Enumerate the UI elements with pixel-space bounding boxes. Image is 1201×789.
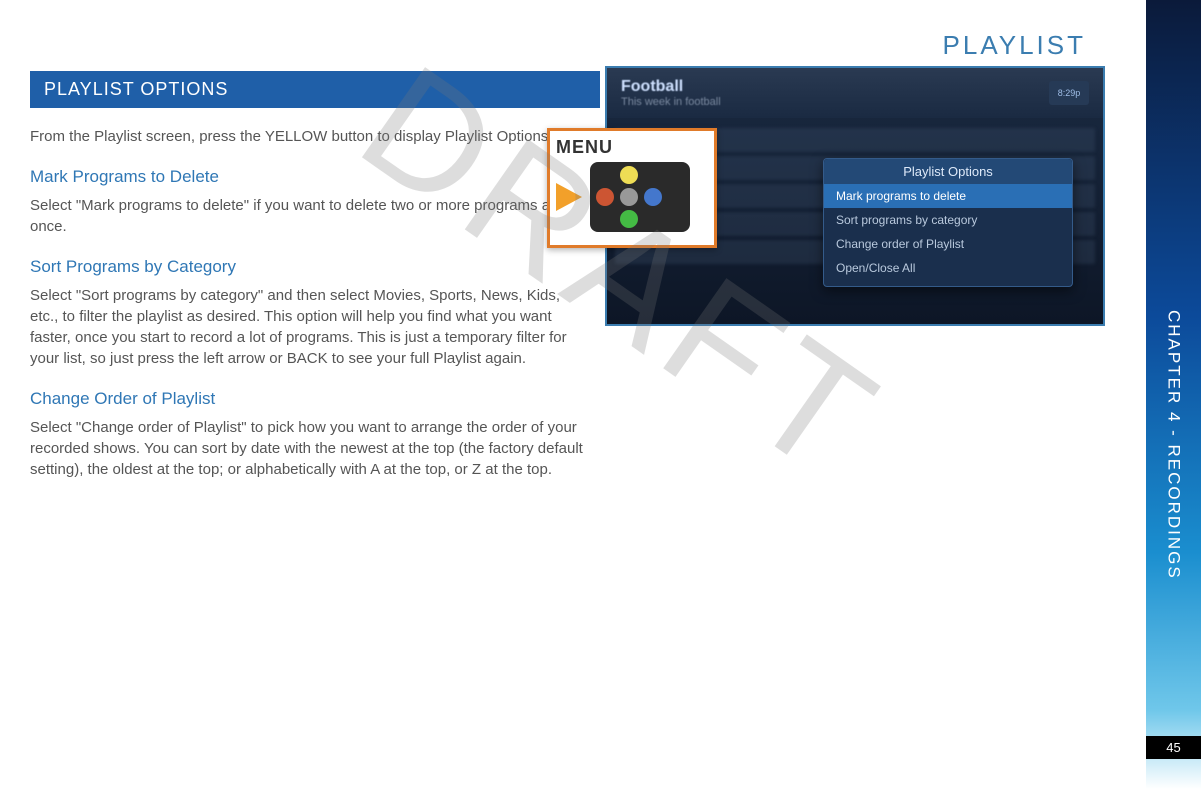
page-number: 45 [1146, 736, 1201, 759]
yellow-button-icon [620, 166, 638, 184]
paragraph-sort-category: Select "Sort programs by category" and t… [30, 285, 585, 369]
playlist-options-popup: Playlist Options Mark programs to delete… [823, 158, 1073, 287]
tv-program-title: Football [621, 78, 721, 96]
popup-item-sort-category: Sort programs by category [824, 208, 1072, 232]
page-title: PLAYLIST [30, 30, 1126, 61]
popup-item-change-order: Change order of Playlist [824, 232, 1072, 256]
red-button-icon [596, 188, 614, 206]
subheading-change-order: Change Order of Playlist [30, 389, 585, 409]
popup-title: Playlist Options [824, 159, 1072, 184]
green-button-icon [620, 210, 638, 228]
image-column: Football This week in football 8:29p [605, 126, 1126, 500]
remote-body [556, 162, 708, 232]
content-area: PLAYLIST PLAYLIST OPTIONS From the Playl… [0, 0, 1146, 789]
side-tab: CHAPTER 4 - RECORDINGS 45 [1146, 0, 1201, 789]
document-page: PLAYLIST PLAYLIST OPTIONS From the Playl… [0, 0, 1201, 789]
section-heading-bar: PLAYLIST OPTIONS [30, 71, 600, 108]
tv-header: Football This week in football 8:29p [607, 68, 1103, 118]
subheading-mark-delete: Mark Programs to Delete [30, 167, 585, 187]
blue-button-icon [644, 188, 662, 206]
tv-screenshot: Football This week in football 8:29p [605, 66, 1105, 326]
two-column-layout: From the Playlist screen, press the YELL… [30, 126, 1126, 500]
chapter-label: CHAPTER 4 - RECORDINGS [1164, 310, 1184, 580]
paragraph-change-order: Select "Change order of Playlist" to pic… [30, 417, 585, 480]
center-button-icon [620, 188, 638, 206]
tv-time-badge: 8:29p [1049, 81, 1089, 105]
paragraph-mark-delete: Select "Mark programs to delete" if you … [30, 195, 585, 237]
subheading-sort-category: Sort Programs by Category [30, 257, 585, 277]
remote-inset: MENU [547, 128, 717, 248]
popup-item-mark-delete: Mark programs to delete [824, 184, 1072, 208]
remote-button-cluster [590, 162, 690, 232]
tv-program-subtitle: This week in football [621, 96, 721, 108]
remote-menu-label: MENU [556, 137, 708, 158]
intro-paragraph: From the Playlist screen, press the YELL… [30, 126, 585, 147]
popup-item-open-close: Open/Close All [824, 256, 1072, 280]
text-column: From the Playlist screen, press the YELL… [30, 126, 585, 500]
yellow-arrow-icon [556, 183, 582, 211]
